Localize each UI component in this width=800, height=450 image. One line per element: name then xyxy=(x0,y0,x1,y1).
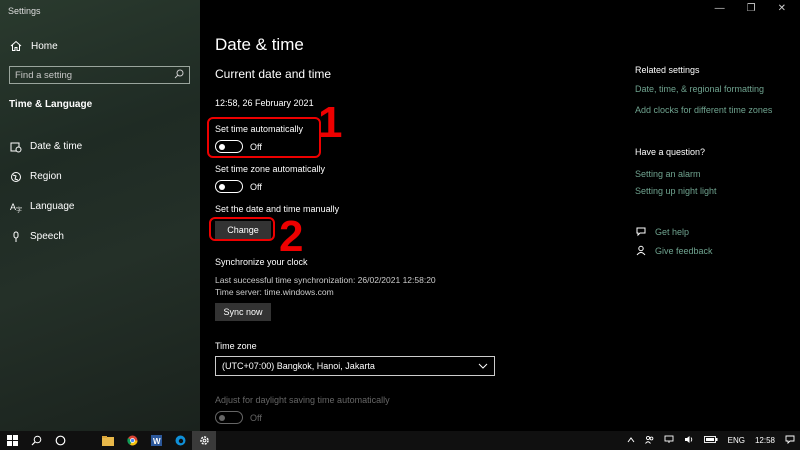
people-icon[interactable] xyxy=(644,435,654,446)
current-datetime: 12:58, 26 February 2021 xyxy=(215,98,314,108)
sidebar-item-label: Speech xyxy=(30,230,64,242)
dst-label: Adjust for daylight saving time automati… xyxy=(215,395,390,405)
give-feedback-link[interactable]: Give feedback xyxy=(635,241,795,260)
sidebar-item-label: Date & time xyxy=(30,140,83,152)
feedback-icon xyxy=(635,245,647,256)
calendar-clock-icon xyxy=(9,141,23,153)
timezone-value: (UTC+07:00) Bangkok, Hanoi, Jakarta xyxy=(222,361,375,371)
chat-help-icon xyxy=(635,226,647,237)
sidebar-item-language[interactable]: A字 Language xyxy=(9,192,194,222)
divider xyxy=(72,431,96,450)
question-link-night-light[interactable]: Setting up night light xyxy=(635,186,795,196)
set-timezone-auto-toggle-row[interactable]: Off xyxy=(215,180,262,193)
svg-text:字: 字 xyxy=(16,206,22,213)
system-tray: ENG 12:58 xyxy=(622,431,800,450)
edge-icon[interactable] xyxy=(168,431,192,450)
search-icon[interactable] xyxy=(24,431,48,450)
home-icon xyxy=(9,40,23,52)
sidebar-item-region[interactable]: Region xyxy=(9,162,194,192)
main-content: — ❐ ✕ Date & time Current date and time … xyxy=(200,0,800,431)
home-nav-item[interactable]: Home xyxy=(9,38,58,54)
manual-datetime-label: Set the date and time manually xyxy=(215,204,340,214)
help-section: Get help Give feedback xyxy=(635,222,795,260)
toggle-state: Off xyxy=(250,412,262,423)
svg-text:W: W xyxy=(153,437,161,446)
dst-toggle-row[interactable]: Off xyxy=(215,411,262,424)
related-link-clocks[interactable]: Add clocks for different time zones xyxy=(635,105,795,115)
network-icon[interactable] xyxy=(664,435,674,446)
minimize-icon[interactable]: — xyxy=(715,3,725,14)
annotation-box-1 xyxy=(207,117,321,158)
time-server-text: Time server: time.windows.com xyxy=(215,287,334,297)
section-heading: Current date and time xyxy=(215,67,332,81)
notifications-icon[interactable] xyxy=(785,435,795,446)
chrome-icon[interactable] xyxy=(120,431,144,450)
get-help-label: Get help xyxy=(655,226,690,237)
close-icon[interactable]: ✕ xyxy=(778,3,786,14)
taskbar: W ENG 12:58 xyxy=(0,431,800,450)
search-placeholder: Find a setting xyxy=(15,69,73,81)
language-indicator[interactable]: ENG xyxy=(728,436,745,445)
window-title: Settings xyxy=(8,6,41,16)
nav-list: Date & time Region A字 Language Speech xyxy=(9,132,194,252)
home-label: Home xyxy=(31,40,58,52)
toggle-state: Off xyxy=(250,181,262,192)
sidebar-item-label: Language xyxy=(30,200,75,212)
related-settings-heading: Related settings xyxy=(635,65,700,75)
search-icon[interactable] xyxy=(174,69,184,82)
file-explorer-icon[interactable] xyxy=(96,431,120,450)
settings-gear-icon[interactable] xyxy=(192,431,216,450)
sidebar-item-label: Region xyxy=(30,170,62,182)
window-controls: — ❐ ✕ xyxy=(715,3,786,14)
battery-icon[interactable] xyxy=(703,436,718,445)
last-sync-text: Last successful time synchronization: 26… xyxy=(215,275,436,285)
start-windows-icon[interactable] xyxy=(0,431,24,450)
related-link-formatting[interactable]: Date, time, & regional formatting xyxy=(635,84,795,94)
timezone-select[interactable]: (UTC+07:00) Bangkok, Hanoi, Jakarta xyxy=(215,356,495,376)
sidebar: Settings Home Find a setting Time & Lang… xyxy=(0,0,200,431)
question-link-alarm[interactable]: Setting an alarm xyxy=(635,169,795,179)
annotation-number-2: 2 xyxy=(279,212,304,261)
sidebar-item-date-time[interactable]: Date & time xyxy=(9,132,194,162)
word-icon[interactable]: W xyxy=(144,431,168,450)
question-section: Have a question? Setting an alarm Settin… xyxy=(635,147,795,196)
chevron-up-icon[interactable] xyxy=(627,436,635,445)
language-icon: A字 xyxy=(9,201,23,213)
volume-icon[interactable] xyxy=(684,435,694,446)
give-feedback-label: Give feedback xyxy=(655,245,713,256)
set-timezone-auto-label: Set time zone automatically xyxy=(215,164,326,174)
annotation-number-1: 1 xyxy=(318,98,343,147)
related-settings: Related settings Date, time, & regional … xyxy=(635,65,795,115)
section-label: Time & Language xyxy=(9,99,93,110)
annotation-box-2 xyxy=(209,217,275,241)
globe-icon xyxy=(9,171,23,183)
sidebar-item-speech[interactable]: Speech xyxy=(9,222,194,252)
page-title: Date & time xyxy=(215,35,304,54)
question-heading: Have a question? xyxy=(635,147,706,157)
get-help-link[interactable]: Get help xyxy=(635,222,795,241)
dst-toggle[interactable] xyxy=(215,411,243,424)
chevron-down-icon xyxy=(478,361,488,371)
sync-now-button[interactable]: Sync now xyxy=(215,303,271,321)
microphone-icon xyxy=(9,231,23,243)
timezone-label: Time zone xyxy=(215,341,257,351)
maximize-icon[interactable]: ❐ xyxy=(747,3,756,14)
search-input[interactable]: Find a setting xyxy=(9,66,190,84)
clock[interactable]: 12:58 xyxy=(755,436,775,445)
task-view-icon[interactable] xyxy=(48,431,72,450)
set-timezone-auto-toggle[interactable] xyxy=(215,180,243,193)
